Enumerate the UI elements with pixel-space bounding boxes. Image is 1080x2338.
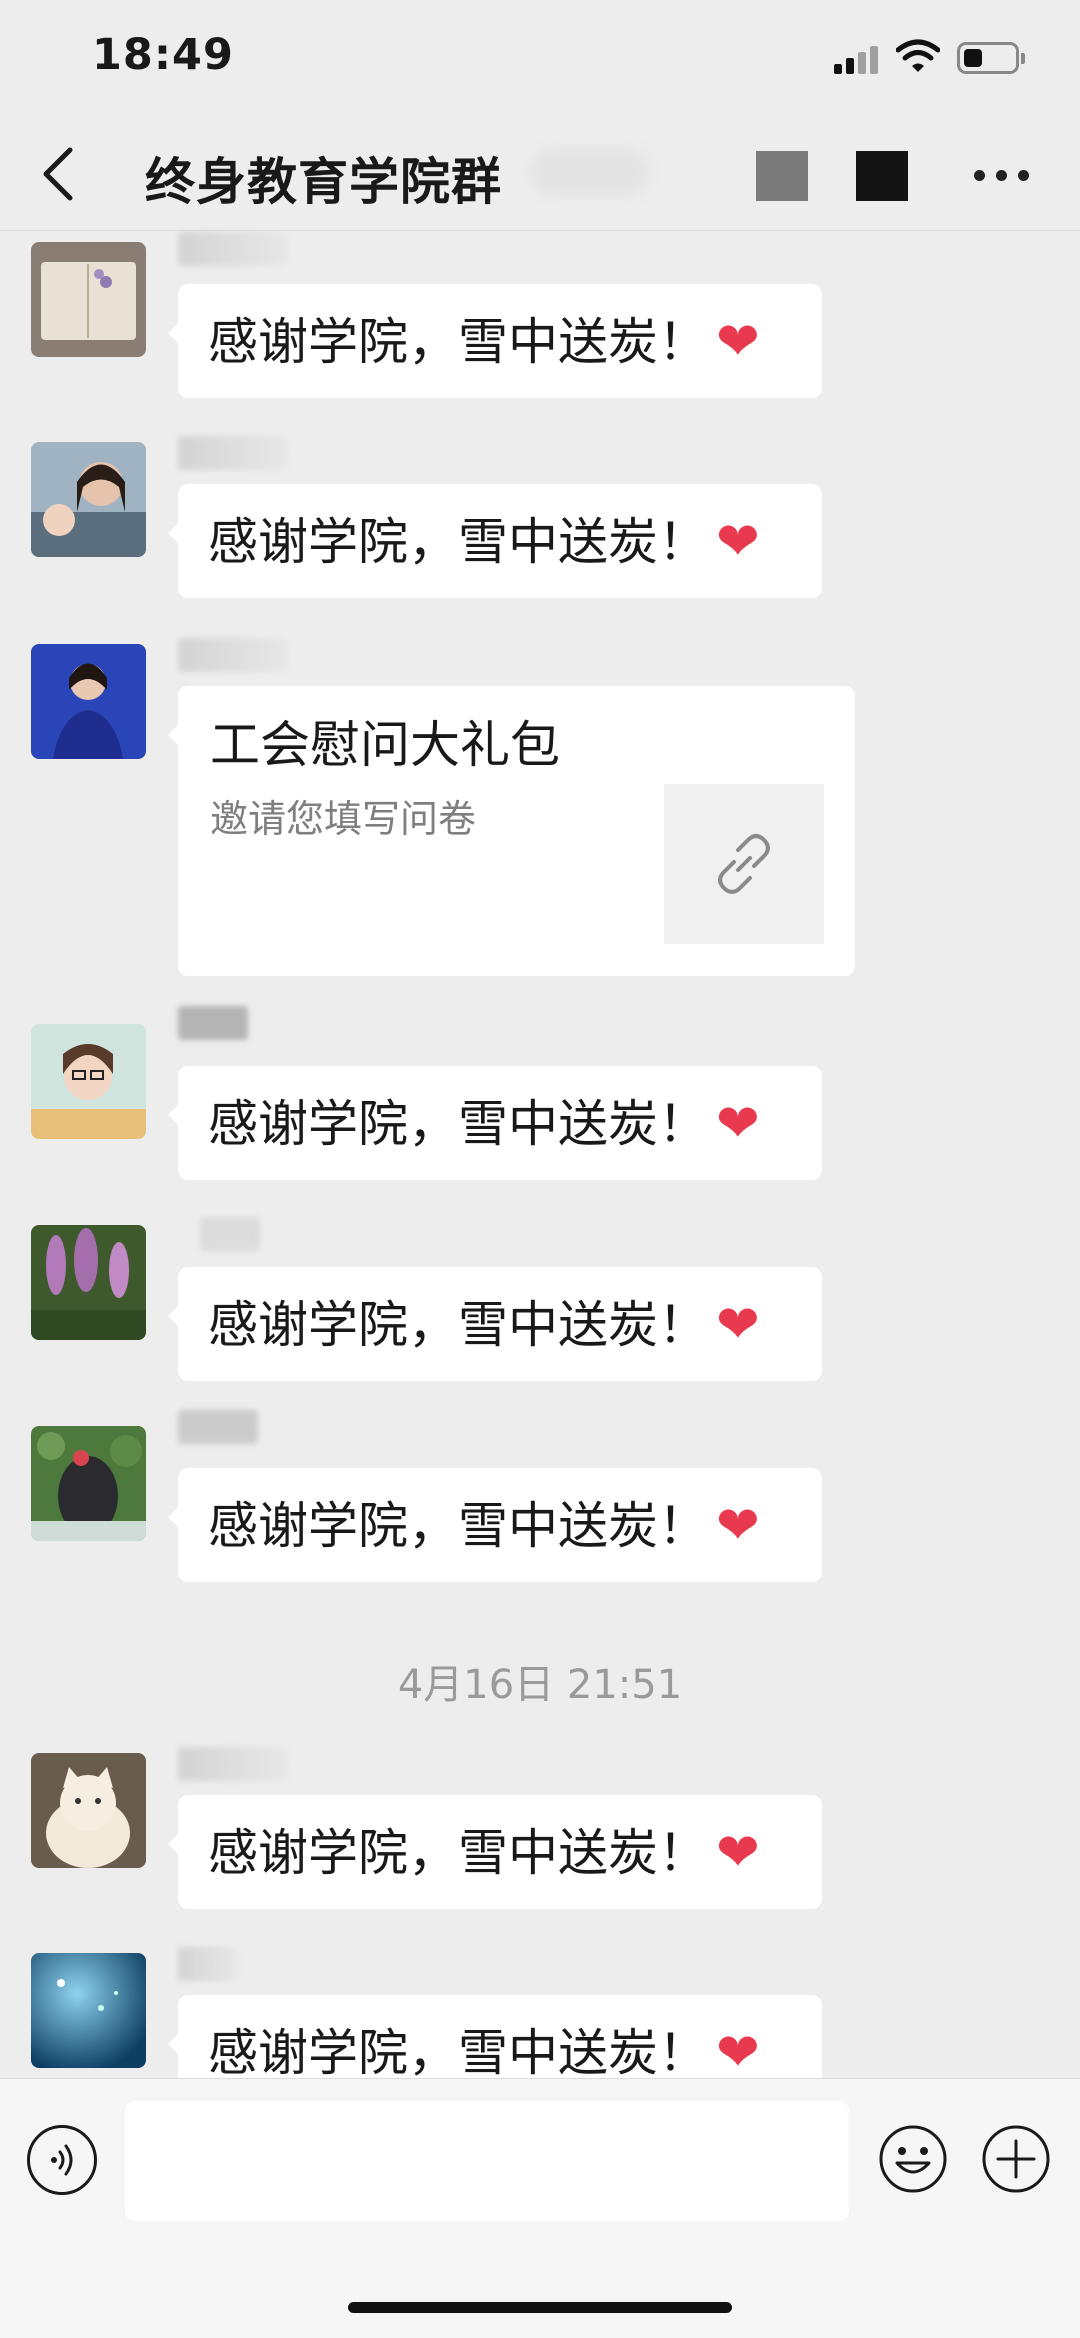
card-title: 工会慰问大礼包 [210, 716, 560, 774]
voice-icon[interactable] [27, 2125, 97, 2195]
message-text: 感谢学院，雪中送炭！ [208, 1296, 708, 1354]
message-bubble[interactable]: 感谢学院，雪中送炭！ ❤ [168, 1795, 822, 1909]
heart-icon: ❤ [716, 1094, 760, 1154]
message-bubble[interactable]: 感谢学院，雪中送炭！ ❤ [168, 1066, 822, 1180]
heart-icon: ❤ [716, 312, 760, 372]
chat-header: 终身教育学院群 [0, 112, 1080, 231]
plus-icon[interactable] [980, 2123, 1052, 2195]
heart-icon: ❤ [716, 1496, 760, 1556]
message-text: 感谢学院，雪中送炭！ [208, 513, 708, 571]
card-description: 邀请您填写问卷 [210, 797, 477, 841]
message-text: 感谢学院，雪中送炭！ [208, 1497, 708, 1555]
heart-icon: ❤ [716, 1823, 760, 1883]
card-thumbnail [664, 784, 824, 944]
avatar[interactable] [31, 1225, 146, 1340]
back-arrow-icon[interactable] [38, 144, 78, 204]
battery-icon [957, 42, 1025, 74]
status-time: 18:49 [92, 30, 234, 80]
chat-title: 终身教育学院群 [145, 153, 502, 211]
redacted-block [756, 151, 808, 201]
avatar[interactable] [31, 1753, 146, 1868]
sender-name-redacted [178, 1947, 238, 1981]
link-icon [718, 834, 770, 894]
avatar[interactable] [31, 1426, 146, 1541]
message-input[interactable] [125, 2101, 849, 2221]
sender-name-redacted [178, 232, 288, 266]
status-bar: 18:49 [0, 0, 1080, 112]
message-timestamp: 4月16日 21:51 [397, 1662, 683, 1708]
message-text: 感谢学院，雪中送炭！ [208, 1095, 708, 1153]
sender-name-redacted [178, 638, 288, 672]
input-bar [0, 2078, 1080, 2338]
message-bubble[interactable]: 感谢学院，雪中送炭！ ❤ [168, 1468, 822, 1582]
sender-name-redacted [178, 436, 288, 470]
message-bubble[interactable]: 感谢学院，雪中送炭！ ❤ [168, 284, 822, 398]
message-text: 感谢学院，雪中送炭！ [208, 2024, 708, 2082]
avatar[interactable] [31, 1953, 146, 2068]
more-options-icon[interactable] [972, 164, 1032, 188]
link-card[interactable]: 工会慰问大礼包 邀请您填写问卷 [168, 686, 855, 976]
message-bubble[interactable]: 感谢学院，雪中送炭！ ❤ [168, 1267, 822, 1381]
avatar[interactable] [31, 1024, 146, 1139]
message-text: 感谢学院，雪中送炭！ [208, 1824, 708, 1882]
sender-name-redacted [178, 1747, 288, 1781]
message-text: 感谢学院，雪中送炭！ [208, 313, 708, 371]
avatar[interactable] [31, 242, 146, 357]
home-indicator [348, 2302, 732, 2313]
emoji-icon[interactable] [877, 2123, 949, 2195]
signal-icon [834, 44, 878, 74]
redacted-area [530, 148, 650, 196]
redacted-block [856, 151, 908, 201]
heart-icon: ❤ [716, 1295, 760, 1355]
sender-name-redacted [178, 1410, 258, 1444]
sender-name-redacted [178, 1006, 248, 1040]
heart-icon: ❤ [716, 512, 760, 572]
avatar[interactable] [31, 442, 146, 557]
message-bubble[interactable]: 感谢学院，雪中送炭！ ❤ [168, 484, 822, 598]
wifi-icon [896, 39, 940, 72]
sender-name-redacted [200, 1217, 260, 1251]
heart-icon: ❤ [716, 2023, 760, 2083]
avatar[interactable] [31, 644, 146, 759]
